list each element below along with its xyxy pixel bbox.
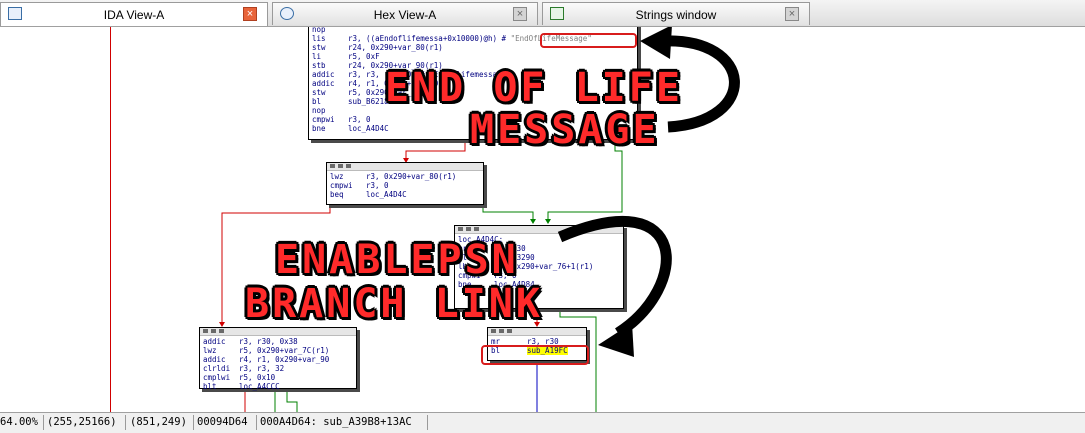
divider [43,415,44,430]
annotation-enablepsn: ENABLEPSN [275,237,519,283]
tab-label: Hex View-A [373,8,437,22]
annotation-end-of-life: END OF LIFE [385,65,683,111]
tab-bar: IDA View-A × Hex View-A × Strings window… [0,0,1085,27]
close-icon[interactable]: × [513,7,527,21]
mouse-coords: (851,249) [130,416,187,428]
zoom-level: 64.00% [0,416,38,428]
tab-label: Strings window [635,8,717,22]
graph-coords: (255,25166) [47,416,117,428]
annotation-branch-link: BRANCH LINK [245,281,543,327]
annotation-message: MESSAGE [470,107,660,153]
close-icon[interactable]: × [785,7,799,21]
file-offset: 00094D64 [197,416,248,428]
tab-strings-window[interactable]: Strings window × [542,2,810,25]
tab-label: IDA View-A [103,8,165,22]
arrowhead-icon [640,27,672,59]
divider [256,415,257,430]
divider [125,415,126,430]
divider [427,415,428,430]
close-icon[interactable]: × [243,7,257,21]
tab-hex-view-a[interactable]: Hex View-A × [272,2,538,25]
graph-view[interactable]: nop lis r3, ((aEndoflifemessa+0x10000)@h) … [0,27,1085,412]
divider [193,415,194,430]
tab-ida-view-a[interactable]: IDA View-A × [0,2,268,26]
current-location: 000A4D64: sub_A39B8+13AC [260,416,412,428]
status-bar: 64.00% (255,25166) (851,249) 00094D64 00… [0,412,1085,433]
curved-arrow-icon [557,215,672,338]
